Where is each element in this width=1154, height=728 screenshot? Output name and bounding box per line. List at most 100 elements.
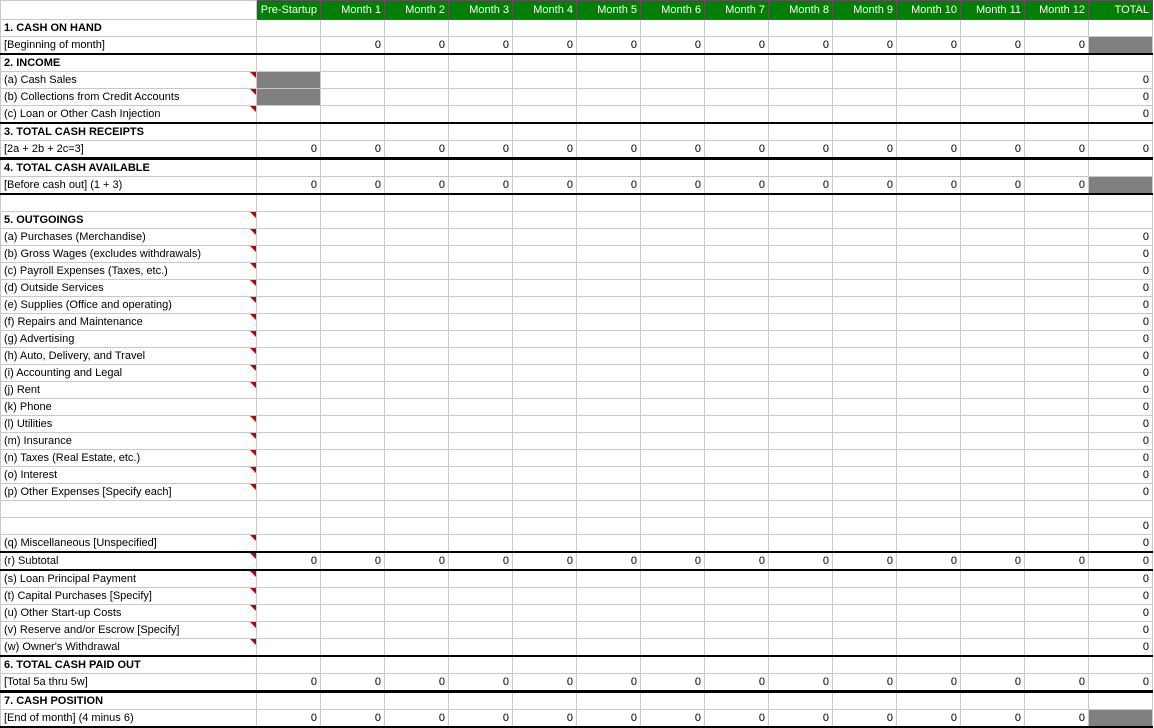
cell-value[interactable] — [513, 399, 577, 416]
cell-value[interactable]: 0 — [641, 552, 705, 570]
cell-value[interactable]: 0 — [577, 552, 641, 570]
cell-total[interactable] — [1089, 20, 1153, 37]
cell-total[interactable]: 0 — [1089, 622, 1153, 639]
cell-value[interactable]: 0 — [449, 141, 513, 159]
cell-value[interactable]: 0 — [705, 710, 769, 728]
cell-value[interactable] — [577, 314, 641, 331]
cell-value[interactable] — [449, 229, 513, 246]
cell-value[interactable]: 0 — [449, 710, 513, 728]
cell-value[interactable] — [897, 331, 961, 348]
cell-value[interactable] — [257, 416, 321, 433]
cell-value[interactable] — [513, 89, 577, 106]
cell-value[interactable] — [1025, 280, 1089, 297]
row-label[interactable]: (f) Repairs and Maintenance — [1, 314, 257, 331]
cell-value[interactable] — [769, 382, 833, 399]
cell-value[interactable] — [321, 639, 385, 657]
cell-value[interactable] — [897, 20, 961, 37]
cell-value[interactable] — [257, 467, 321, 484]
cell-value[interactable] — [577, 588, 641, 605]
cell-value[interactable] — [769, 622, 833, 639]
cell-value[interactable] — [257, 433, 321, 450]
cell-value[interactable] — [833, 331, 897, 348]
cell-value[interactable]: 0 — [961, 37, 1025, 55]
row-label[interactable]: (t) Capital Purchases [Specify] — [1, 588, 257, 605]
cell-value[interactable] — [577, 212, 641, 229]
cell-value[interactable] — [641, 106, 705, 124]
cell-value[interactable] — [1025, 89, 1089, 106]
cell-value[interactable] — [513, 263, 577, 280]
cell-value[interactable] — [641, 535, 705, 553]
cell-value[interactable] — [833, 194, 897, 212]
cell-value[interactable] — [641, 450, 705, 467]
cell-value[interactable]: 0 — [257, 710, 321, 728]
cell-value[interactable]: 0 — [833, 177, 897, 195]
cell-value[interactable]: 0 — [1025, 674, 1089, 692]
cell-value[interactable] — [321, 433, 385, 450]
cell-value[interactable] — [897, 570, 961, 588]
cell-value[interactable]: 0 — [897, 37, 961, 55]
cell-value[interactable] — [769, 692, 833, 710]
cell-total[interactable]: 0 — [1089, 263, 1153, 280]
cell-value[interactable] — [321, 365, 385, 382]
cell-value[interactable] — [897, 622, 961, 639]
cell-value[interactable] — [449, 20, 513, 37]
cell-value[interactable] — [1025, 518, 1089, 535]
cell-value[interactable] — [577, 194, 641, 212]
row-label[interactable]: (v) Reserve and/or Escrow [Specify] — [1, 622, 257, 639]
cell-value[interactable] — [833, 297, 897, 314]
cell-value[interactable] — [449, 106, 513, 124]
cell-value[interactable] — [513, 518, 577, 535]
cell-value[interactable] — [833, 535, 897, 553]
cell-value[interactable] — [385, 433, 449, 450]
cell-value[interactable] — [1025, 467, 1089, 484]
cell-value[interactable] — [577, 692, 641, 710]
cell-value[interactable]: 0 — [1025, 37, 1089, 55]
cell-value[interactable] — [577, 484, 641, 501]
cell-value[interactable] — [449, 656, 513, 674]
cell-value[interactable]: 0 — [513, 674, 577, 692]
cell-value[interactable] — [705, 433, 769, 450]
cell-value[interactable]: 0 — [449, 177, 513, 195]
cell-value[interactable] — [1025, 212, 1089, 229]
cell-value[interactable] — [321, 106, 385, 124]
cell-value[interactable]: 0 — [577, 177, 641, 195]
cell-value[interactable] — [321, 622, 385, 639]
cell-value[interactable] — [513, 450, 577, 467]
cell-value[interactable] — [577, 229, 641, 246]
cell-value[interactable]: 0 — [833, 674, 897, 692]
cell-value[interactable] — [321, 54, 385, 72]
cell-value[interactable] — [385, 263, 449, 280]
cell-value[interactable] — [641, 123, 705, 141]
cell-value[interactable]: 0 — [449, 552, 513, 570]
cell-value[interactable] — [897, 416, 961, 433]
cell-value[interactable] — [769, 518, 833, 535]
cell-value[interactable] — [641, 348, 705, 365]
row-label[interactable]: (n) Taxes (Real Estate, etc.) — [1, 450, 257, 467]
cell-total[interactable]: 0 — [1089, 365, 1153, 382]
cell-value[interactable] — [769, 314, 833, 331]
cell-total[interactable] — [1089, 54, 1153, 72]
cell-value[interactable] — [577, 605, 641, 622]
cell-value[interactable]: 0 — [257, 552, 321, 570]
cell-total[interactable]: 0 — [1089, 382, 1153, 399]
cell-value[interactable] — [385, 280, 449, 297]
cell-value[interactable] — [641, 433, 705, 450]
cell-value[interactable] — [1025, 501, 1089, 518]
cell-value[interactable] — [257, 484, 321, 501]
cell-value[interactable] — [385, 639, 449, 657]
cell-total[interactable] — [1089, 656, 1153, 674]
cell-value[interactable] — [577, 280, 641, 297]
cell-value[interactable] — [385, 194, 449, 212]
cell-value[interactable]: 0 — [321, 177, 385, 195]
cell-value[interactable] — [705, 123, 769, 141]
cell-value[interactable] — [513, 348, 577, 365]
cell-value[interactable] — [897, 433, 961, 450]
cell-value[interactable] — [641, 622, 705, 639]
cell-value[interactable] — [897, 450, 961, 467]
cell-value[interactable] — [257, 297, 321, 314]
cell-value[interactable] — [833, 72, 897, 89]
cell-value[interactable] — [257, 246, 321, 263]
cell-value[interactable] — [961, 399, 1025, 416]
cell-value[interactable] — [577, 639, 641, 657]
cell-value[interactable] — [513, 656, 577, 674]
